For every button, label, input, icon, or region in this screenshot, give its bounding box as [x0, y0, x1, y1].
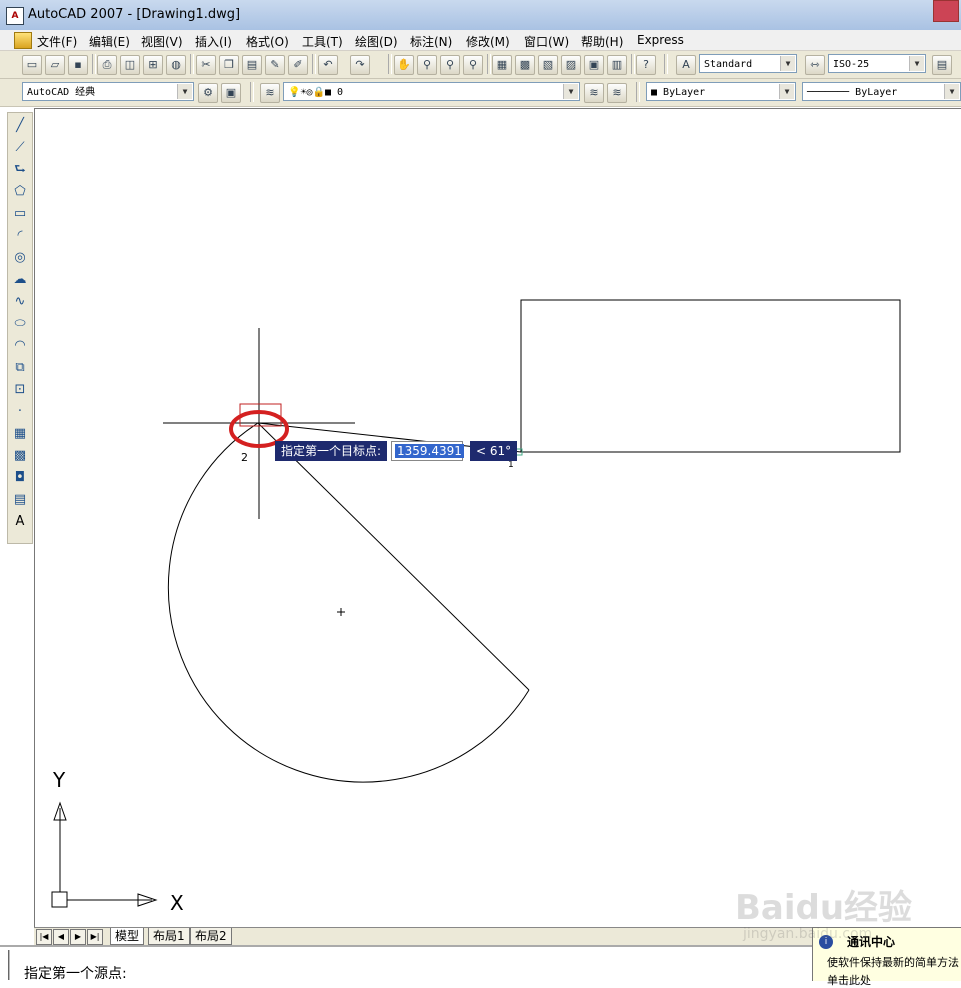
distance-value: 1359.4391 [395, 444, 464, 458]
tab-model[interactable]: 模型 [110, 928, 145, 945]
distance-input[interactable]: 1359.4391 [391, 441, 464, 461]
first-tab-icon[interactable]: |◀ [36, 929, 52, 945]
ucs-origin-box [51, 891, 68, 908]
last-tab-icon[interactable]: ▶| [87, 929, 103, 945]
angle-input[interactable]: < 61° [470, 441, 518, 461]
drawing-geometry: Y X 2 1 [51, 299, 901, 915]
watermark-url: jingyan.baidu.com [743, 926, 873, 942]
dynamic-input-prompt: 指定第一个目标点: [275, 441, 388, 461]
tab-layout2[interactable]: 布局2 [190, 928, 232, 945]
next-tab-icon[interactable]: ▶ [70, 929, 86, 945]
command-line-grip[interactable] [8, 950, 14, 980]
tab-layout1[interactable]: 布局1 [148, 928, 190, 945]
command-prompt: 指定第一个源点: [24, 966, 127, 982]
point-label-1: 1 [508, 460, 514, 470]
ucs-x-label: X [170, 891, 184, 915]
watermark-logo: Baidu经验 [735, 888, 913, 928]
drawn-rectangle[interactable] [520, 299, 901, 453]
previous-tab-icon[interactable]: ◀ [53, 929, 69, 945]
baidu-watermark: Baidu经验 jingyan.baidu.com [735, 880, 915, 950]
sector-edge-line[interactable] [257, 422, 530, 691]
popup-body: 使软件保持最新的简单方法 [827, 956, 959, 969]
popup-link[interactable]: 单击此处 [827, 972, 871, 988]
drawn-arc[interactable] [167, 422, 530, 783]
point-label-2: 2 [241, 451, 248, 464]
ucs-y-label: Y [52, 768, 66, 792]
